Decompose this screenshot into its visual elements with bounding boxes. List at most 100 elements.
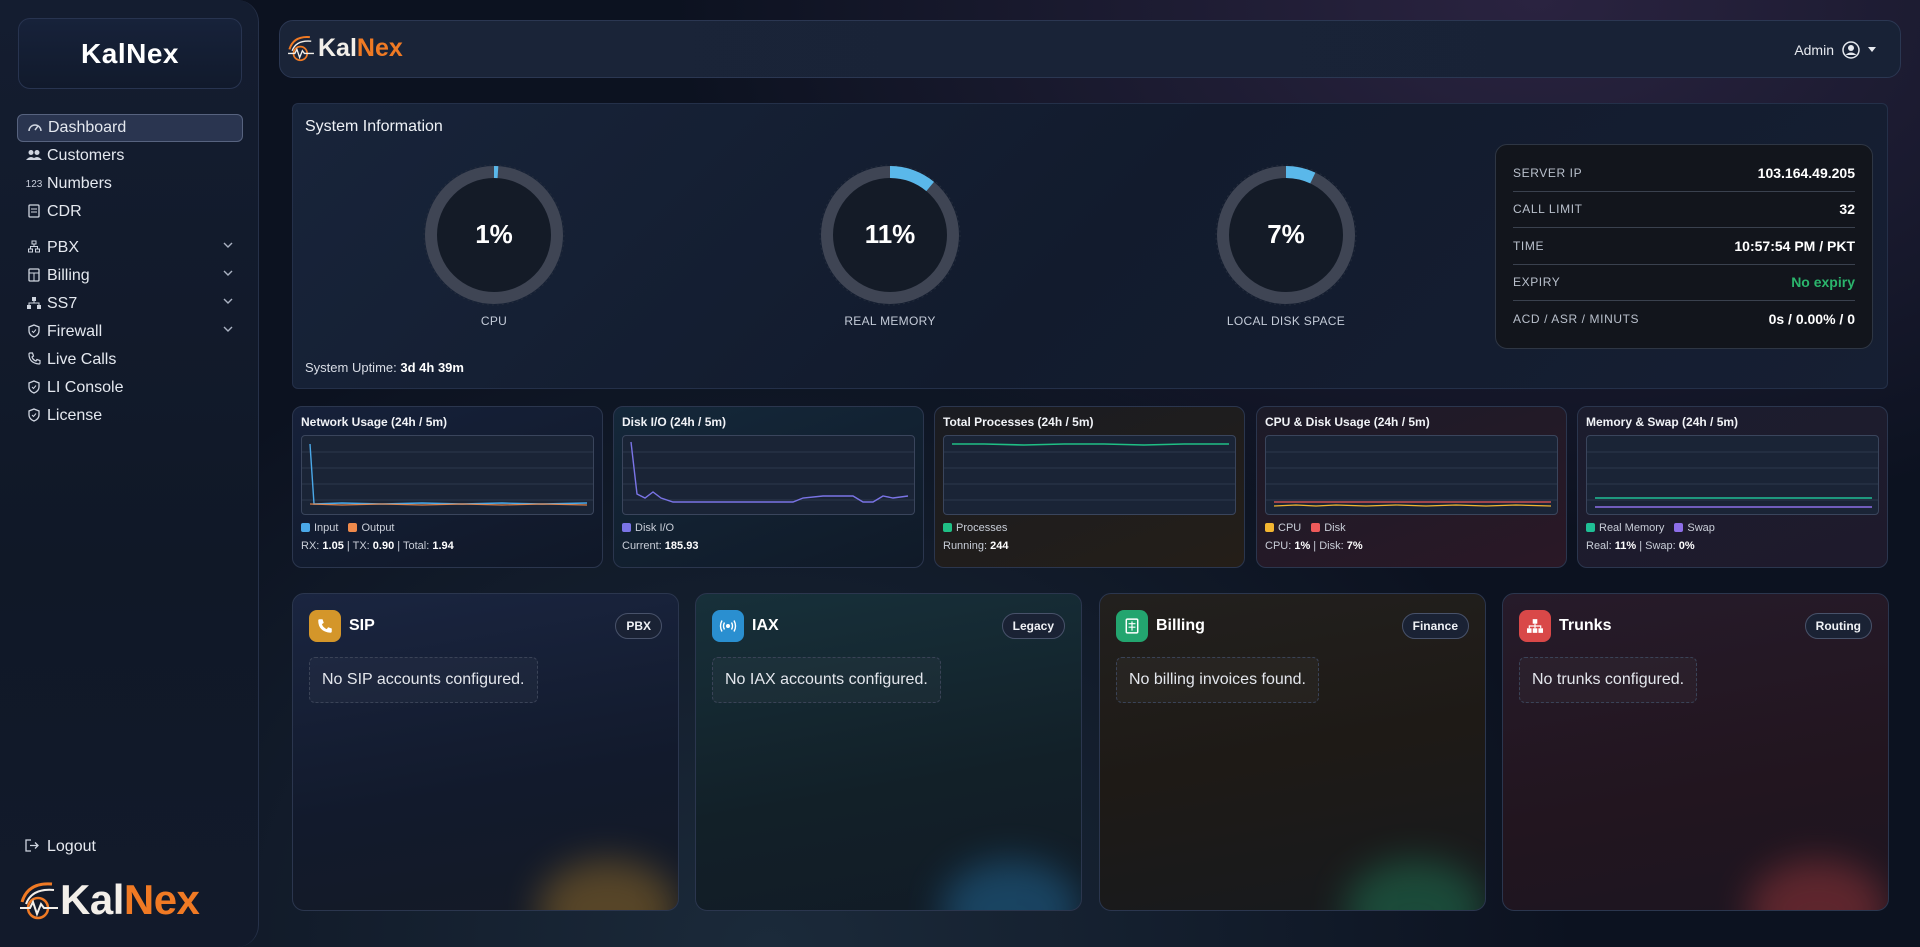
disk-io-card: Disk I/O (24h / 5m) Disk I/O Current: 18… — [613, 406, 924, 568]
card-title: SIP — [349, 617, 375, 634]
user-circle-icon — [1842, 41, 1860, 59]
sip-card: SIP PBX No SIP accounts configured. — [292, 593, 679, 911]
card-tag[interactable]: Routing — [1804, 613, 1872, 639]
chevron-down-icon[interactable] — [223, 240, 233, 250]
memory-swap-plot — [1586, 435, 1879, 515]
billing-icon — [25, 267, 43, 285]
sidebar-item-label: Numbers — [47, 175, 112, 192]
iax-card: IAX Legacy No IAX accounts configured. — [695, 593, 1082, 911]
card-tag[interactable]: PBX — [615, 613, 662, 639]
disk-io-plot — [622, 435, 915, 515]
sidebar-item-li-console[interactable]: LI Console — [17, 374, 243, 402]
sidebar-item-dashboard[interactable]: Dashboard — [17, 114, 243, 142]
logo-nex: Nex — [123, 876, 200, 923]
legend-item[interactable]: Input — [301, 522, 338, 534]
disk-gauge: 7% — [1215, 164, 1357, 306]
logo-kal: Kal — [60, 876, 124, 923]
gauge-label: REAL MEMORY — [844, 314, 936, 328]
info-value: 103.164.49.205 — [1757, 164, 1855, 181]
mini-title: Total Processes (24h / 5m) — [943, 415, 1094, 429]
card-tag[interactable]: Finance — [1401, 613, 1469, 639]
users-icon — [25, 149, 43, 164]
mini-title: CPU & Disk Usage (24h / 5m) — [1265, 415, 1430, 429]
invoice-icon — [1116, 610, 1148, 642]
card-tag[interactable]: Legacy — [1001, 613, 1065, 639]
sidebar-item-ss7[interactable]: SS7 — [17, 290, 243, 318]
mini-title: Memory & Swap (24h / 5m) — [1586, 415, 1739, 429]
legend-item[interactable]: Disk — [1311, 522, 1346, 534]
gauge-memory: 11% REAL MEMORY — [815, 160, 965, 328]
sidebar-logo: KalNex — [18, 876, 200, 924]
system-uptime: System Uptime: 3d 4h 39m — [305, 360, 464, 375]
user-menu[interactable]: Admin — [1794, 41, 1876, 59]
sidebar-item-billing[interactable]: Billing — [17, 262, 243, 290]
caret-down-icon — [1868, 47, 1876, 52]
topbar-logo[interactable]: KalNex — [284, 33, 403, 63]
mini-stat: Running: 244 — [943, 540, 1009, 552]
trunks-card: Trunks Routing No trunks configured. — [1502, 593, 1889, 911]
info-row-expiry: EXPIRY No expiry — [1513, 265, 1855, 301]
sidebar-brand[interactable]: KalNex — [18, 18, 242, 89]
chevron-down-icon[interactable] — [223, 324, 233, 334]
gauge-value: 11% — [865, 219, 916, 249]
document-icon — [25, 203, 43, 221]
broadcast-icon — [712, 610, 744, 642]
info-row-server-ip: SERVER IP 103.164.49.205 — [1513, 155, 1855, 192]
empty-state: No IAX accounts configured. — [712, 657, 941, 703]
info-row-call-limit: CALL LIMIT 32 — [1513, 192, 1855, 228]
phone-icon — [309, 610, 341, 642]
cpu-disk-usage-card: CPU & Disk Usage (24h / 5m) CPU Disk CPU… — [1256, 406, 1567, 568]
chevron-down-icon[interactable] — [223, 296, 233, 306]
sidebar-item-label: Live Calls — [47, 351, 117, 368]
network-usage-card: Network Usage (24h / 5m) Input Output RX… — [292, 406, 603, 568]
sidebar-item-cdr[interactable]: CDR — [17, 198, 243, 226]
legend-item[interactable]: Processes — [943, 522, 1007, 534]
panel-title: System Information — [305, 118, 443, 135]
info-row-acd-asr: ACD / ASR / MINUTS 0s / 0.00% / 0 — [1513, 301, 1855, 338]
sidebar-item-numbers[interactable]: 123 Numbers — [17, 170, 243, 198]
chart-legend: Disk I/O — [622, 522, 915, 534]
sidebar-item-label: Dashboard — [48, 119, 127, 136]
legend-item[interactable]: Real Memory — [1586, 522, 1664, 534]
legend-item[interactable]: Disk I/O — [622, 522, 674, 534]
info-key: TIME — [1513, 238, 1545, 253]
sidebar-item-customers[interactable]: Customers — [17, 142, 243, 170]
mini-stat: Real: 11% | Swap: 0% — [1586, 540, 1695, 552]
kalnex-mark-icon — [20, 882, 58, 920]
billing-card: Billing Finance No billing invoices foun… — [1099, 593, 1486, 911]
empty-state: No billing invoices found. — [1116, 657, 1319, 703]
gauge-cpu: 1% CPU — [419, 160, 569, 328]
sidebar-item-live-calls[interactable]: Live Calls — [17, 346, 243, 374]
uptime-value: 3d 4h 39m — [400, 360, 464, 375]
gauge-icon — [26, 121, 44, 136]
phone-icon — [25, 352, 43, 368]
info-value: 0s / 0.00% / 0 — [1768, 311, 1855, 328]
legend-item[interactable]: Output — [348, 522, 395, 534]
card-title: Billing — [1156, 617, 1205, 634]
memory-swap-card: Memory & Swap (24h / 5m) Real Memory Swa… — [1577, 406, 1888, 568]
legend-item[interactable]: CPU — [1265, 522, 1301, 534]
pbx-icon — [25, 240, 43, 256]
chart-legend: Processes — [943, 522, 1236, 534]
chart-legend: Real Memory Swap — [1586, 522, 1879, 534]
card-title: IAX — [752, 617, 779, 634]
gauge-value: 1% — [475, 219, 513, 249]
sidebar-item-label: Customers — [47, 147, 125, 164]
sidebar-item-license[interactable]: License — [17, 402, 243, 430]
mini-title: Network Usage (24h / 5m) — [301, 415, 448, 429]
sidebar-item-pbx[interactable]: PBX — [17, 234, 243, 262]
chevron-down-icon[interactable] — [223, 268, 233, 278]
info-row-time: TIME 10:57:54 PM / PKT — [1513, 228, 1855, 265]
sidebar: KalNex Dashboard Customers 123 Numbers C… — [0, 0, 259, 947]
legend-item[interactable]: Swap — [1674, 522, 1715, 534]
logout-icon — [25, 839, 43, 855]
sidebar-item-firewall[interactable]: Firewall — [17, 318, 243, 346]
logout-button[interactable]: Logout — [25, 838, 96, 856]
memory-gauge: 11% — [819, 164, 961, 306]
card-title: Trunks — [1559, 617, 1612, 634]
chart-legend: CPU Disk — [1265, 522, 1558, 534]
info-key: CALL LIMIT — [1513, 202, 1583, 217]
total-processes-card: Total Processes (24h / 5m) Processes Run… — [934, 406, 1245, 568]
cpu-gauge: 1% — [423, 164, 565, 306]
gauge-value: 7% — [1267, 219, 1305, 249]
